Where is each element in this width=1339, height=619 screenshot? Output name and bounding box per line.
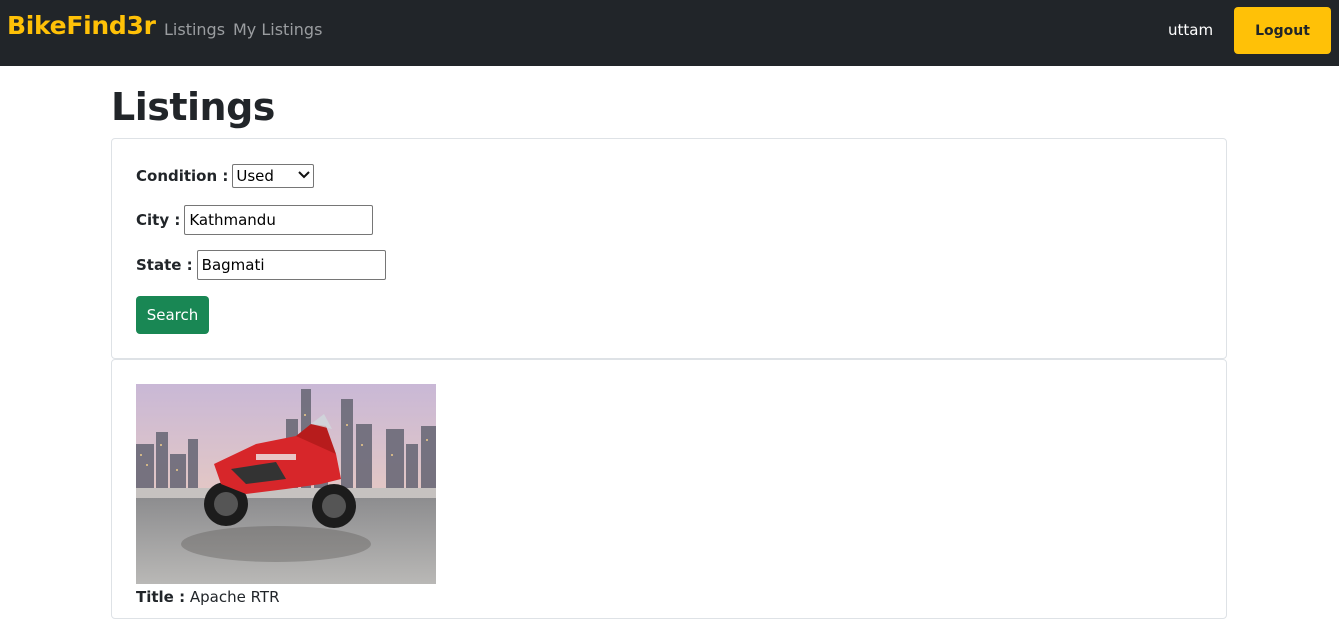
filter-card: Condition : Used City : State : Search [111,138,1227,359]
page-title: Listings [111,85,275,129]
listing-title-label: Title : [136,588,186,606]
chevron-down-icon [298,170,311,182]
city-label: City : [136,211,181,229]
condition-row: Condition : Used [136,164,315,188]
condition-selected-value: Used [236,167,274,185]
city-row: City : [136,205,374,235]
logout-button[interactable]: Logout [1234,7,1331,54]
username: uttam [1168,21,1214,39]
brand-logo-link[interactable]: BikeFind3r [7,11,156,40]
state-input[interactable] [196,250,386,280]
state-row: State : [136,250,386,280]
nav-link-listings[interactable]: Listings [164,20,225,39]
city-input[interactable] [184,205,374,235]
listing-card: Title : Apache RTR [111,359,1227,619]
condition-label: Condition : [136,167,229,185]
listing-title-value: Apache RTR [189,588,280,606]
navbar: BikeFind3r Listings My Listings uttam Lo… [0,0,1339,66]
nav-link-my-listings[interactable]: My Listings [233,20,322,39]
search-button[interactable]: Search [136,296,209,334]
bike-image[interactable] [136,384,436,584]
state-label: State : [136,256,193,274]
listing-title-row: Title : Apache RTR [136,588,280,606]
condition-select[interactable]: Used [232,164,315,188]
